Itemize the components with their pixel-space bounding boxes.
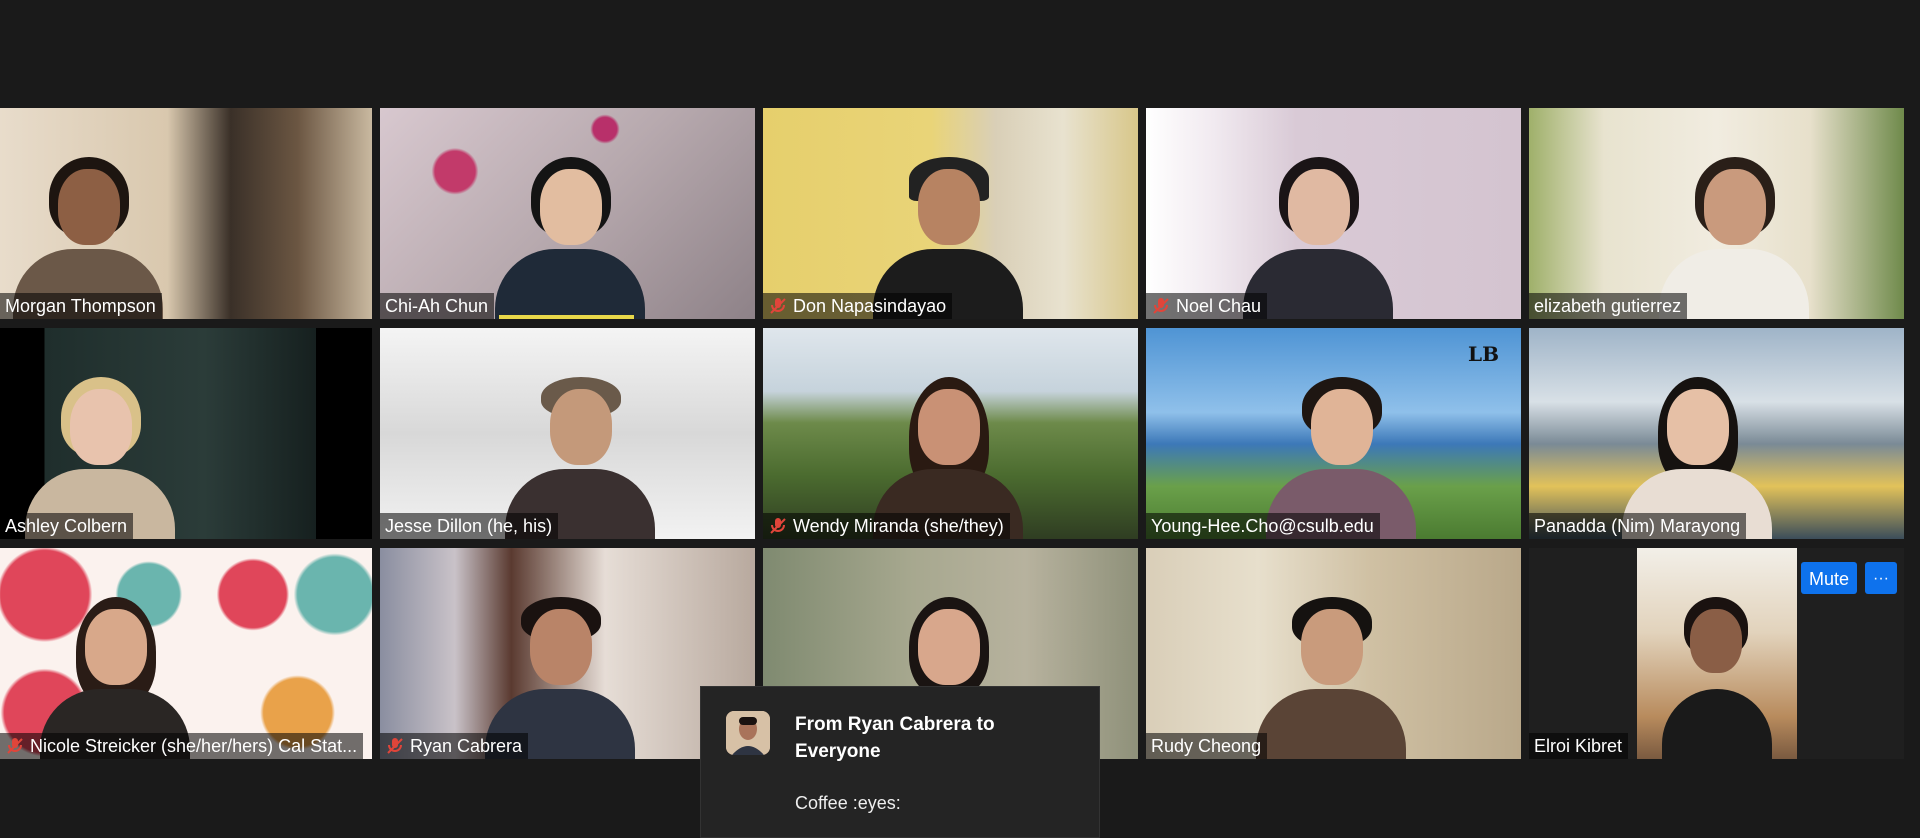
- participant-name-label: Jesse Dillon (he, his): [380, 513, 559, 539]
- chat-message-text: Coffee :eyes:: [795, 793, 901, 813]
- video-gallery: Morgan Thompson Chi-Ah Chun Don Napasind…: [0, 108, 1904, 759]
- mute-button[interactable]: Mute: [1801, 562, 1857, 594]
- video-tile[interactable]: Rudy Cheong: [1146, 548, 1521, 759]
- muted-mic-icon: [385, 736, 405, 756]
- lb-logo: LB: [1468, 342, 1499, 366]
- chat-notification[interactable]: From Ryan Cabrera to Everyone Coffee :ey…: [700, 686, 1100, 838]
- participant-name-label: Rudy Cheong: [1146, 733, 1268, 759]
- muted-mic-icon: [5, 736, 25, 756]
- more-options-button[interactable]: ···: [1865, 562, 1897, 594]
- video-tile[interactable]: Wendy Miranda (she/they): [763, 328, 1138, 539]
- participant-name-label: Don Napasindayao: [763, 293, 953, 319]
- video-tile[interactable]: Noel Chau: [1146, 108, 1521, 319]
- video-tile[interactable]: Mute ··· Elroi Kibret: [1529, 548, 1904, 759]
- video-tile[interactable]: Nicole Streicker (she/her/hers) Cal Stat…: [0, 548, 372, 759]
- speaking-indicator: [499, 315, 634, 319]
- participant-video: [495, 149, 645, 319]
- participant-name-label: Elroi Kibret: [1529, 733, 1629, 759]
- video-tile[interactable]: Panadda (Nim) Marayong: [1529, 328, 1904, 539]
- muted-mic-icon: [1151, 296, 1171, 316]
- participant-name-label: Noel Chau: [1146, 293, 1268, 319]
- video-tile[interactable]: Morgan Thompson: [0, 108, 372, 319]
- video-tile[interactable]: Ashley Colbern: [0, 328, 372, 539]
- participant-name-label: Chi-Ah Chun: [380, 293, 495, 319]
- participant-name-label: Ashley Colbern: [0, 513, 134, 539]
- sender-avatar: [726, 711, 770, 755]
- participant-name-label: Morgan Thompson: [0, 293, 162, 319]
- video-tile[interactable]: Jesse Dillon (he, his): [380, 328, 755, 539]
- video-tile[interactable]: elizabeth gutierrez: [1529, 108, 1904, 319]
- participant-name-label: Young-Hee.Cho@csulb.edu: [1146, 513, 1380, 539]
- video-tile[interactable]: Ryan Cabrera: [380, 548, 755, 759]
- chat-sender-header: From Ryan Cabrera to Everyone: [795, 714, 995, 762]
- participant-name-label: Ryan Cabrera: [380, 733, 529, 759]
- participant-name-label: elizabeth gutierrez: [1529, 293, 1688, 319]
- participant-name-label: Wendy Miranda (she/they): [763, 513, 1010, 539]
- video-tile[interactable]: Chi-Ah Chun: [380, 108, 755, 319]
- video-tile-active-speaker[interactable]: LB Young-Hee.Cho@csulb.edu: [1146, 328, 1521, 539]
- participant-name-label: Panadda (Nim) Marayong: [1529, 513, 1747, 539]
- video-tile[interactable]: Don Napasindayao: [763, 108, 1138, 319]
- participant-video: [1256, 589, 1406, 759]
- participant-name-label: Nicole Streicker (she/her/hers) Cal Stat…: [0, 733, 364, 759]
- muted-mic-icon: [768, 516, 788, 536]
- muted-mic-icon: [768, 296, 788, 316]
- participant-video: [1662, 589, 1772, 759]
